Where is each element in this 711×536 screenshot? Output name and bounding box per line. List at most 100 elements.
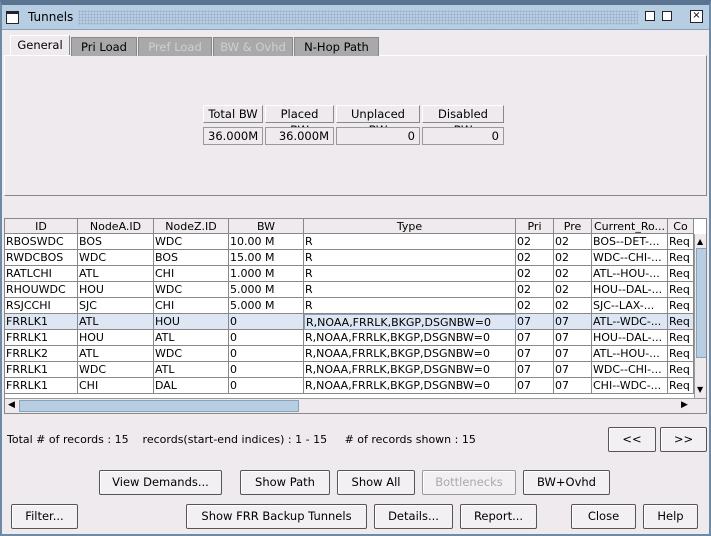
column-header-pri[interactable]: Pri	[516, 219, 554, 234]
cell-node-z-id[interactable]: WDC	[154, 346, 229, 362]
horizontal-scrollbar[interactable]: ◀ ▶	[5, 398, 706, 413]
cell-pre[interactable]: 07	[554, 314, 592, 330]
cell-id[interactable]: FRRLK1	[5, 314, 78, 330]
column-header-node-a-id[interactable]: NodeA.ID	[78, 219, 154, 234]
cell-node-a-id[interactable]: WDC	[78, 362, 154, 378]
table-row[interactable]: RWDCBOS WDC BOS 15.00 M R 02 02 WDC--CHI-... Req	[5, 250, 694, 266]
column-header-id[interactable]: ID	[5, 219, 78, 234]
cell-co[interactable]: Req	[668, 346, 694, 362]
table-row[interactable]: RHOUWDC HOU WDC 5.000 M R 02 02 HOU--DAL-... Req	[5, 282, 694, 298]
cell-id[interactable]: RBOSWDC	[5, 234, 78, 250]
cell-current-route[interactable]: ATL--WDC-...	[592, 314, 668, 330]
cell-co[interactable]: Req	[668, 314, 694, 330]
scroll-left-icon[interactable]: ◀	[8, 400, 15, 410]
cell-type[interactable]: R	[304, 298, 516, 314]
cell-current-route[interactable]: SJC--LAX-...	[592, 298, 668, 314]
cell-node-a-id[interactable]: HOU	[78, 282, 154, 298]
horizontal-scroll-thumb[interactable]	[19, 400, 299, 412]
title-bar[interactable]: Tunnels ×	[2, 5, 709, 30]
scroll-right-icon[interactable]: ▶	[681, 400, 688, 410]
scroll-down-icon[interactable]: ▼	[697, 385, 703, 394]
cell-node-a-id[interactable]: ATL	[78, 266, 154, 282]
cell-id[interactable]: FRRLK2	[5, 346, 78, 362]
table-row[interactable]: FRRLK1 WDC ATL 0 R,NOAA,FRRLK,BKGP,DSGNBW=0 0…	[5, 362, 694, 378]
column-header-pre[interactable]: Pre	[554, 219, 592, 234]
close-button[interactable]: Close	[571, 504, 636, 529]
cell-current-route[interactable]: ATL--HOU-...	[592, 346, 668, 362]
cell-pri[interactable]: 02	[516, 282, 554, 298]
cell-current-route[interactable]: HOU--DAL-...	[592, 330, 668, 346]
tab-n-hop-path[interactable]: N-Hop Path	[294, 37, 379, 56]
cell-current-route[interactable]: WDC--CHI-...	[592, 362, 668, 378]
cell-node-a-id[interactable]: BOS	[78, 234, 154, 250]
cell-id[interactable]: RATLCHI	[5, 266, 78, 282]
cell-type[interactable]: R,NOAA,FRRLK,BKGP,DSGNBW=0	[304, 330, 516, 346]
cell-pre[interactable]: 07	[554, 330, 592, 346]
cell-type[interactable]: R	[304, 282, 516, 298]
cell-co[interactable]: Req	[668, 282, 694, 298]
table-row[interactable]: FRRLK1 HOU ATL 0 R,NOAA,FRRLK,BKGP,DSGNBW=0 0…	[5, 330, 694, 346]
cell-pre[interactable]: 02	[554, 234, 592, 250]
table-row[interactable]: RSJCCHI SJC CHI 5.000 M R 02 02 SJC--LAX-... Req	[5, 298, 694, 314]
cell-node-z-id[interactable]: DAL	[154, 378, 229, 394]
cell-pre[interactable]: 02	[554, 266, 592, 282]
table-row[interactable]: FRRLK2 ATL WDC 0 R,NOAA,FRRLK,BKGP,DSGNBW=0 0…	[5, 346, 694, 362]
cell-bw[interactable]: 15.00 M	[229, 250, 304, 266]
cell-bw[interactable]: 5.000 M	[229, 298, 304, 314]
cell-pri[interactable]: 02	[516, 250, 554, 266]
cell-node-a-id[interactable]: ATL	[78, 346, 154, 362]
close-icon[interactable]: ×	[690, 10, 703, 23]
cell-current-route[interactable]: CHI--WDC-...	[592, 378, 668, 394]
cell-type[interactable]: R,NOAA,FRRLK,BKGP,DSGNBW=0	[304, 346, 516, 362]
cell-co[interactable]: Req	[668, 298, 694, 314]
cell-pre[interactable]: 07	[554, 362, 592, 378]
cell-current-route[interactable]: BOS--DET-...	[592, 234, 668, 250]
cell-pre[interactable]: 02	[554, 282, 592, 298]
cell-node-z-id[interactable]: ATL	[154, 362, 229, 378]
cell-node-z-id[interactable]: ATL	[154, 330, 229, 346]
cell-type[interactable]: R	[304, 250, 516, 266]
cell-pri[interactable]: 02	[516, 298, 554, 314]
cell-pri[interactable]: 07	[516, 378, 554, 394]
tab-pri-load[interactable]: Pri Load	[71, 37, 137, 56]
cell-co[interactable]: Req	[668, 330, 694, 346]
cell-id[interactable]: RWDCBOS	[5, 250, 78, 266]
cell-type[interactable]: R,NOAA,FRRLK,BKGP,DSGNBW=0	[304, 314, 516, 330]
table-row[interactable]: RBOSWDC BOS WDC 10.00 M R 02 02 BOS--DET-... Req	[5, 234, 694, 250]
cell-bw[interactable]: 1.000 M	[229, 266, 304, 282]
cell-bw[interactable]: 10.00 M	[229, 234, 304, 250]
cell-node-z-id[interactable]: CHI	[154, 298, 229, 314]
cell-bw[interactable]: 0	[229, 346, 304, 362]
cell-bw[interactable]: 5.000 M	[229, 282, 304, 298]
cell-co[interactable]: Req	[668, 378, 694, 394]
view-demands-button[interactable]: View Demands...	[99, 470, 222, 495]
cell-id[interactable]: FRRLK1	[5, 362, 78, 378]
cell-current-route[interactable]: HOU--DAL-...	[592, 282, 668, 298]
cell-id[interactable]: FRRLK1	[5, 378, 78, 394]
cell-node-z-id[interactable]: WDC	[154, 234, 229, 250]
cell-type[interactable]: R	[304, 266, 516, 282]
previous-page-button[interactable]: <<	[608, 427, 656, 452]
cell-type[interactable]: R	[304, 234, 516, 250]
show-frr-backup-tunnels-button[interactable]: Show FRR Backup Tunnels	[186, 504, 367, 529]
bw-ovhd-button[interactable]: BW+Ovhd	[523, 470, 610, 495]
table-row[interactable]: FRRLK1 CHI DAL 0 R,NOAA,FRRLK,BKGP,DSGNBW=0 0…	[5, 378, 694, 394]
cell-id[interactable]: RSJCCHI	[5, 298, 78, 314]
show-path-button[interactable]: Show Path	[240, 470, 330, 495]
cell-current-route[interactable]: WDC--CHI-...	[592, 250, 668, 266]
cell-pre[interactable]: 07	[554, 378, 592, 394]
vertical-scroll-thumb[interactable]	[696, 248, 706, 358]
column-header-bw[interactable]: BW	[229, 219, 304, 234]
cell-pri[interactable]: 07	[516, 346, 554, 362]
table-row[interactable]: RATLCHI ATL CHI 1.000 M R 02 02 ATL--HOU-... Req	[5, 266, 694, 282]
cell-pre[interactable]: 02	[554, 250, 592, 266]
cell-current-route[interactable]: ATL--HOU-...	[592, 266, 668, 282]
cell-pre[interactable]: 02	[554, 298, 592, 314]
filter-button[interactable]: Filter...	[11, 504, 78, 529]
cell-node-a-id[interactable]: ATL	[78, 314, 154, 330]
column-header-current-route[interactable]: Current_Ro...	[592, 219, 668, 234]
cell-type[interactable]: R,NOAA,FRRLK,BKGP,DSGNBW=0	[304, 362, 516, 378]
maximize-icon[interactable]	[662, 11, 672, 21]
cell-node-z-id[interactable]: WDC	[154, 282, 229, 298]
column-header-type[interactable]: Type	[304, 219, 516, 234]
